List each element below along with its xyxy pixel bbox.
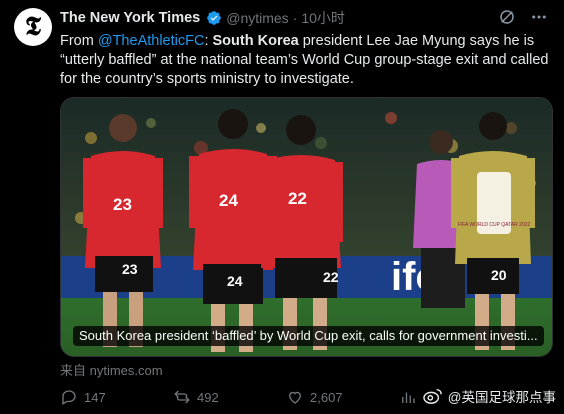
views-chart-icon [402,392,415,403]
tweet-text-prefix: From [60,33,98,49]
like-count: 2,607 [310,389,343,405]
reply-button[interactable]: 147 [60,388,173,406]
shorts-number-22: 22 [323,269,339,285]
jersey-number-23: 23 [113,195,132,214]
author-name[interactable]: The New York Times [60,10,200,26]
nyt-avatar[interactable]: 𝕿 [14,8,52,46]
retweet-count: 492 [197,389,219,405]
shorts-number-20: 20 [491,267,507,283]
verified-badge-icon [207,11,222,25]
watermark-text: @英国足球那点事 [447,390,556,405]
reply-count: 147 [84,389,106,405]
mention-link[interactable]: @TheAthleticFC [98,33,205,49]
gk-badge-text: FIFA WORLD CUP QATAR 2022 [458,222,531,228]
separator-dot: · [292,10,298,26]
tweet-top-actions [496,6,550,28]
tweet-text-bold: South Korea [212,33,299,49]
more-options-icon[interactable] [528,6,550,28]
like-button[interactable]: 2,607 [286,388,399,406]
source-link[interactable]: 来自 nytimes.com [60,360,163,379]
shorts-number-23: 23 [122,261,138,277]
football-photo: ifor 23 23 24 24 [61,98,552,356]
heart-icon [289,391,301,404]
jersey-number-24: 24 [219,191,238,210]
media-caption[interactable]: South Korea president ‘baffled’ by World… [73,326,544,346]
grok-icon[interactable] [496,6,518,28]
reply-icon [62,390,76,405]
jersey-number-22: 22 [288,189,307,208]
retweet-icon [174,390,190,404]
tweet-text-colon: : [204,33,213,49]
retweet-button[interactable]: 492 [173,388,286,406]
tweet-media-photo[interactable]: ifor 23 23 24 24 [60,97,553,357]
tweet-time[interactable]: 10小时 [301,8,345,28]
tweet-text: From @TheAthleticFC: South Korea preside… [60,32,552,89]
tweet-header: The New York Times @nytimes · 10小时 [60,9,345,27]
weibo-watermark: @英国足球那点事 [422,386,556,406]
weibo-logo-icon [423,388,442,404]
shorts-number-24: 24 [227,273,243,289]
author-handle[interactable]: @nytimes [226,10,288,26]
